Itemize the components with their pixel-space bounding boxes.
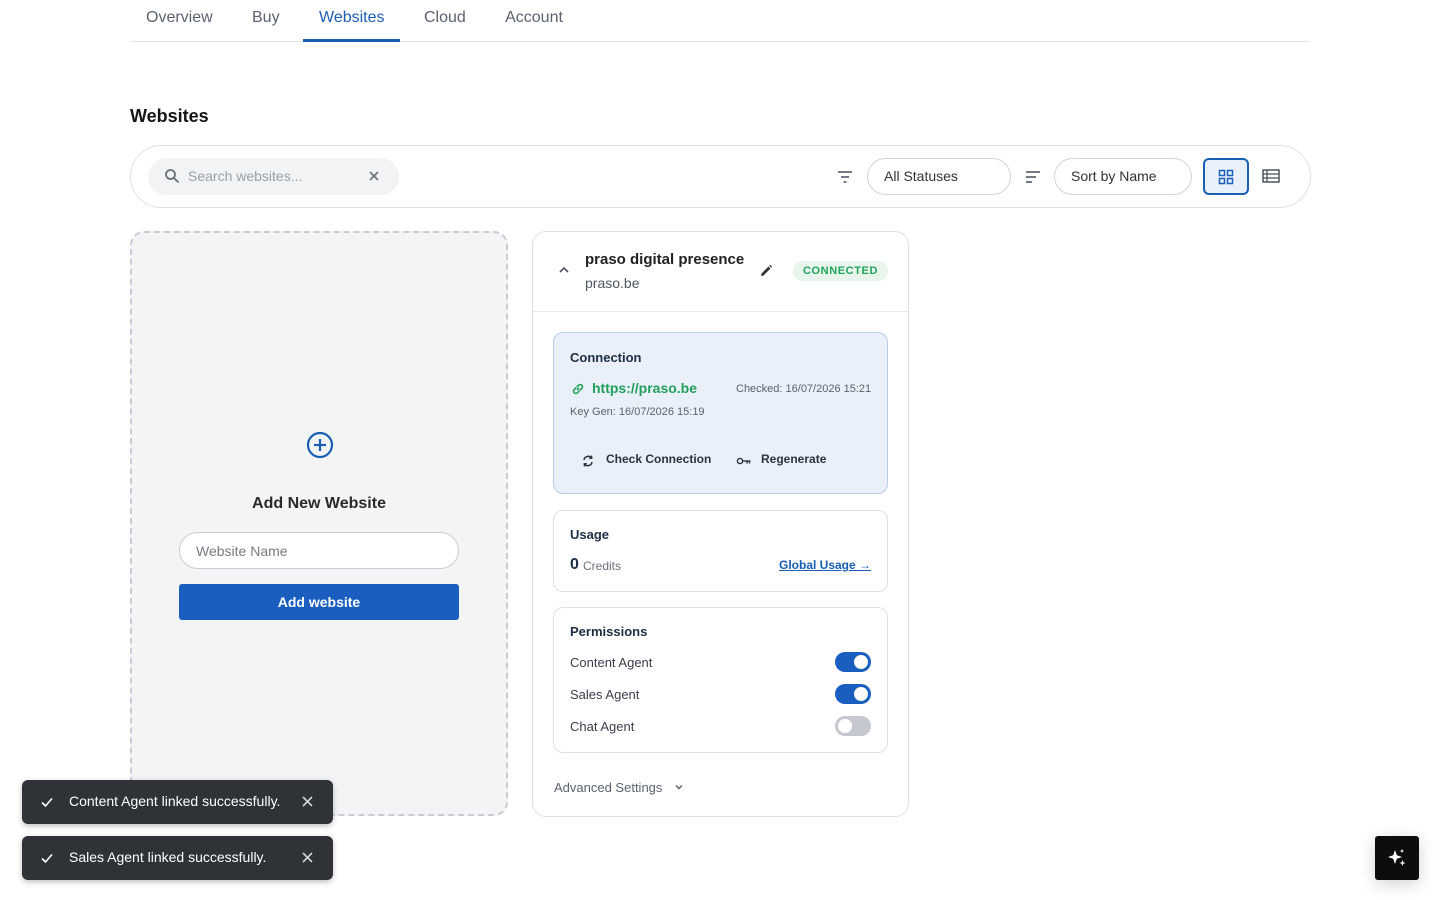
usage-title: Usage	[570, 527, 610, 542]
website-name: praso digital presence	[585, 251, 745, 268]
usage-credits-value: 0	[570, 556, 579, 573]
clear-search-icon[interactable]	[366, 168, 382, 184]
status-badge: CONNECTED	[793, 261, 888, 281]
key-icon	[736, 457, 751, 465]
connection-title: Connection	[570, 350, 642, 365]
close-icon[interactable]	[301, 795, 314, 808]
key-gen-text: Key Gen: 16/07/2026 15:19	[570, 406, 705, 418]
page-title: Websites	[130, 106, 209, 126]
check-icon	[41, 797, 53, 808]
toast-notification: Sales Agent linked successfully.	[22, 836, 333, 880]
search-input[interactable]	[188, 164, 368, 188]
tab-overview[interactable]: Overview	[130, 0, 227, 42]
permission-label-sales-agent: Sales Agent	[570, 687, 640, 702]
filter-toolbar: All Statuses Sort by Name	[130, 145, 1311, 208]
website-card: praso digital presence praso.be CONNECTE…	[532, 231, 909, 817]
check-icon	[41, 853, 53, 864]
add-website-button[interactable]: Add website	[179, 584, 459, 620]
sales-agent-toggle[interactable]	[835, 684, 871, 704]
status-filter-select[interactable]: All Statuses	[867, 158, 1011, 195]
tab-account[interactable]: Account	[488, 0, 580, 42]
grid-view-button[interactable]	[1203, 158, 1249, 195]
main-tabs: Overview Buy Websites Cloud Account	[130, 0, 1310, 42]
tab-websites[interactable]: Websites	[303, 0, 400, 42]
regenerate-button[interactable]: Regenerate	[761, 452, 826, 466]
advanced-settings-toggle[interactable]: Advanced Settings	[554, 780, 662, 795]
permission-label-chat-agent: Chat Agent	[570, 719, 635, 734]
ai-assistant-button[interactable]	[1375, 836, 1419, 880]
add-website-title: Add New Website	[252, 495, 386, 512]
search-box	[148, 158, 399, 195]
add-website-card: Add New Website Add website	[130, 231, 508, 816]
sort-select[interactable]: Sort by Name	[1054, 158, 1192, 195]
toast-notification: Content Agent linked successfully.	[22, 780, 333, 824]
edit-icon[interactable]	[758, 263, 774, 279]
connection-url-link[interactable]: https://praso.be	[592, 380, 697, 396]
last-checked-text: Checked: 16/07/2026 15:21	[736, 383, 872, 395]
search-icon	[165, 169, 179, 183]
usage-panel: Usage 0 Credits Global Usage →	[553, 510, 888, 592]
chevron-down-icon[interactable]	[674, 783, 684, 791]
sort-icon	[1026, 171, 1040, 183]
check-connection-button[interactable]: Check Connection	[606, 452, 711, 466]
grid-icon	[1218, 169, 1234, 185]
website-card-header: praso digital presence praso.be CONNECTE…	[533, 232, 908, 312]
close-icon[interactable]	[301, 851, 314, 864]
tab-cloud[interactable]: Cloud	[408, 0, 480, 42]
website-name-input[interactable]	[179, 532, 459, 569]
add-circle-icon	[306, 431, 334, 459]
sparkle-icon	[1388, 849, 1406, 866]
link-icon	[572, 383, 584, 395]
chat-agent-toggle[interactable]	[835, 716, 871, 736]
permission-label-content-agent: Content Agent	[570, 655, 653, 670]
content-agent-toggle[interactable]	[835, 652, 871, 672]
tab-buy[interactable]: Buy	[236, 0, 292, 42]
refresh-icon	[583, 455, 593, 467]
connection-panel: Connection https://praso.be Checked: 16/…	[553, 332, 888, 494]
toast-message: Sales Agent linked successfully.	[69, 849, 267, 865]
usage-credits-unit: Credits	[583, 559, 622, 573]
list-view-button[interactable]	[1253, 158, 1289, 195]
global-usage-link[interactable]: Global Usage →	[779, 558, 871, 572]
permissions-title: Permissions	[570, 624, 648, 639]
list-icon	[1262, 169, 1280, 183]
chevron-up-icon[interactable]	[557, 265, 571, 275]
filter-icon	[838, 171, 852, 183]
website-domain: praso.be	[585, 275, 640, 291]
toast-message: Content Agent linked successfully.	[69, 793, 281, 809]
permissions-panel: Permissions Content Agent Sales Agent Ch…	[553, 607, 888, 753]
